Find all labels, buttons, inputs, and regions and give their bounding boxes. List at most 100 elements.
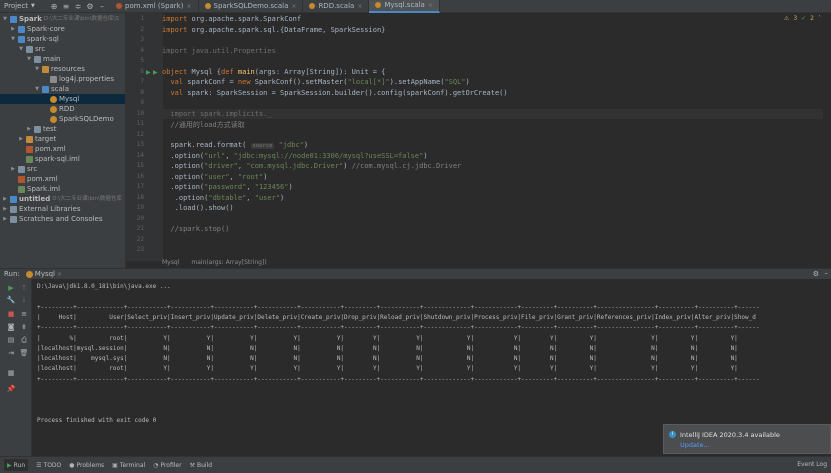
tree-item[interactable]: ▼ src [0,44,125,54]
code-line: import spark.implicits._ [170,109,272,118]
camera-icon[interactable]: ◙ [5,323,17,333]
stop-icon[interactable]: ■ [5,310,17,320]
tree-item-path: D:\大二专业课\bin\数据仓库\S [43,16,119,22]
chevron-down-icon[interactable]: ▼ [34,84,40,94]
tree-item[interactable]: ▶ External Libraries [0,204,125,214]
chevron-right-icon[interactable]: ▶ [26,124,32,134]
collapse-icon[interactable]: ≡ [60,0,72,12]
run-config-tab[interactable]: Mysql × [25,270,62,278]
folder-icon [34,55,41,63]
tab-label: RDD.scala [318,2,355,10]
gear-icon[interactable]: ⚙ [84,0,96,12]
file-iml-icon [26,155,33,163]
tree-item[interactable]: pom.xml [0,144,125,154]
tree-item[interactable]: ▶ src [0,164,125,174]
obj-icon [50,95,57,103]
chevron-right-icon[interactable]: ▶ [2,194,8,204]
scroll-down-icon[interactable]: ↓ [18,296,30,306]
tree-item[interactable]: spark-sql.iml [0,154,125,164]
run-gutter-icon[interactable]: ▶ [146,69,151,76]
close-icon[interactable]: × [57,271,62,278]
tree-item[interactable]: ▼ spark-sql [0,34,125,44]
tool-window-build[interactable]: ⚒ Build [190,459,212,471]
chevron-down-icon[interactable]: ▼ [18,44,24,54]
tree-item[interactable]: ▶ test [0,124,125,134]
tree-item-label: Spark.iml [27,185,61,193]
chevron-down-icon[interactable]: ▼ [34,64,40,74]
breadcrumb-object[interactable]: Mysql [162,259,179,268]
editor-tab[interactable]: SparkSQLDemo.scala × [199,0,304,13]
object-icon [25,270,33,278]
chevron-down-icon[interactable]: ▼ [26,54,32,64]
editor-tab[interactable]: Mysql.scala × [369,0,440,13]
breadcrumb-method[interactable]: main(args: Array[String]) [191,259,266,268]
console-line: |localhost| mysql.sys| N| N| N| N| N| N|… [37,355,738,363]
chevron-down-icon[interactable]: ▼ [10,34,16,44]
event-log-button[interactable]: Event Log [797,461,827,468]
tool-window-profiler[interactable]: ◔ Profiler [153,459,181,471]
chevron-right-icon[interactable]: ▶ [2,214,8,224]
tree-item[interactable]: ▼ main [0,54,125,64]
close-icon[interactable]: × [357,3,362,10]
wrench-icon[interactable]: 🔧 [5,296,17,306]
tool-window-todo[interactable]: ☰ TODO [36,459,61,471]
scroll-up-icon[interactable]: ↑ [18,284,30,294]
restore-layout-icon[interactable]: ▦ [5,369,17,379]
line-number: 1 [140,15,144,22]
warning-icon: ⚠ [783,15,790,22]
tool-window-run[interactable]: ▶ Run [4,459,29,471]
tool-window-terminal[interactable]: ▣ Terminal [112,459,145,471]
inspection-widget[interactable]: ⚠ 3 ✓ 2 ˄ [784,15,821,22]
tree-item[interactable]: ▶ untitled D:\大二专业课\bin\数据仓库 [0,194,125,204]
trash-icon[interactable]: 🗑 [18,349,30,359]
warning-count: 3 [793,15,798,22]
project-view-dropdown[interactable]: Project ▼ [0,2,48,10]
tree-item[interactable]: Mysql [0,94,125,104]
close-icon[interactable]: × [428,2,433,9]
tool-window-problems[interactable]: ● Problems [69,459,104,471]
layout-icon[interactable]: ▤ [5,336,17,346]
pin-icon[interactable]: 📌 [5,385,17,395]
tree-item[interactable]: SparkSQLDemo [0,114,125,124]
close-icon[interactable]: × [291,3,296,10]
code-editor[interactable]: 1 2 3 4 5 6 7 8 9 10 11 12 13 14 15 16 17 18 19 20 21 22 23 im… [126,13,831,268]
print-icon[interactable]: ⎙ [18,336,30,346]
editor-tab[interactable]: pom.xml (Spark) × [110,0,199,13]
tree-item[interactable]: ▶ Scratches and Consoles [0,214,125,224]
chevron-right-icon[interactable]: ▶ [10,24,16,34]
rerun-icon[interactable]: ▶ [5,284,17,294]
tree-item[interactable]: pom.xml [0,174,125,184]
gear-icon[interactable]: ⚙ [813,270,819,278]
chevron-right-icon[interactable]: ▶ [10,164,16,174]
scroll-to-end-icon[interactable]: ⇟ [18,323,30,333]
line-number: 11 [136,120,144,127]
tab-label: SparkSQLDemo.scala [213,2,289,10]
tree-item[interactable]: ▶ Spark-core [0,24,125,34]
update-link[interactable]: Update... [680,441,710,449]
chevron-down-icon: ▼ [30,3,35,9]
tree-item[interactable]: log4j.properties [0,74,125,84]
tree-item[interactable]: ▼ resources [0,64,125,74]
tree-item[interactable]: ▶ target [0,134,125,144]
tree-item[interactable]: ▼ scala [0,84,125,94]
tree-item[interactable]: ▼ Spark D:\大二专业课\bin\数据仓库\S [0,14,125,24]
line-number: 22 [136,235,144,243]
code-line: .option("user", "root") [162,172,268,181]
minimize-icon[interactable]: – [96,0,108,12]
chevron-right-icon[interactable]: ▶ [18,134,24,144]
chevron-right-icon[interactable]: ▶ [2,204,8,214]
close-icon[interactable]: × [186,3,191,10]
globe-icon[interactable]: ⊕ [48,0,60,12]
soft-wrap-icon[interactable]: ≡ [18,310,30,320]
line-number: 19 [136,204,144,211]
code-line: spark.read.format( source "jdbc") [162,141,309,149]
expand-icon[interactable]: ≑ [72,0,84,12]
warning-icon: ● [69,461,75,469]
tree-item[interactable]: Spark.iml [0,184,125,194]
editor-tab[interactable]: RDD.scala × [303,0,370,13]
chevron-down-icon[interactable]: ▼ [2,14,8,24]
run-gutter-icon[interactable]: ▶ [153,69,158,76]
tree-item[interactable]: RDD [0,104,125,114]
minimize-icon[interactable]: – [825,269,829,277]
exit-icon[interactable]: ⇥ [5,349,17,359]
